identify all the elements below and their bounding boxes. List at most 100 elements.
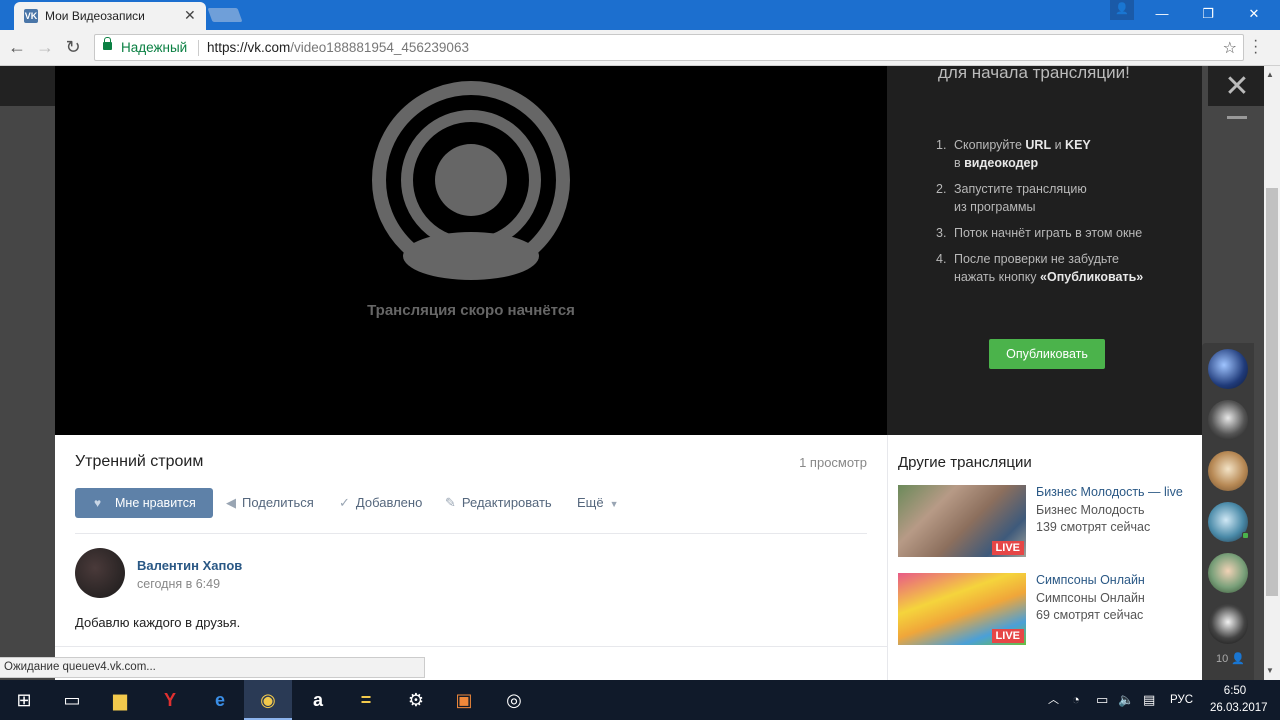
- vk-header-strip: [0, 66, 55, 106]
- stream-setup-title: для начала трансляции!: [938, 63, 1130, 82]
- browser-toolbar: ← → ↻ Надежный https://vk.com/video18888…: [0, 30, 1280, 66]
- added-button[interactable]: ✓ Добавлено: [339, 495, 422, 511]
- system-clock[interactable]: 6:50 26.03.2017: [1210, 683, 1268, 717]
- url-text[interactable]: https://vk.com/video188881954_456239063: [207, 40, 469, 55]
- tray-expand-icon[interactable]: ︿: [1048, 680, 1059, 720]
- stream-thumbnail[interactable]: LIVE: [898, 573, 1026, 645]
- heart-icon: ♥: [94, 496, 102, 510]
- stream-thumbnail[interactable]: LIVE: [898, 485, 1026, 557]
- reload-icon[interactable]: ↻: [62, 36, 84, 58]
- divider: [55, 646, 887, 647]
- window-close-button[interactable]: ✕: [1232, 0, 1276, 30]
- edge-icon[interactable]: e: [196, 680, 244, 720]
- video-title: Утренний строим: [75, 453, 204, 470]
- pencil-icon: ✎: [445, 495, 456, 510]
- amazon-icon[interactable]: a: [294, 680, 342, 720]
- scroll-down-arrow-icon[interactable]: ▼: [1266, 666, 1274, 675]
- new-tab-button[interactable]: [207, 8, 243, 22]
- friend-avatar[interactable]: [1208, 451, 1248, 491]
- friends-count[interactable]: 10 👤: [1216, 652, 1245, 665]
- stream-watching: 69 смотрят сейчас: [1036, 608, 1144, 622]
- friend-avatar[interactable]: [1208, 604, 1248, 644]
- yandex-browser-icon[interactable]: Y: [146, 680, 194, 720]
- setup-step-3: 3. Поток начнёт играть в этом окне: [936, 226, 1143, 240]
- edit-button[interactable]: ✎ Редактировать: [445, 495, 552, 511]
- task-view-icon[interactable]: ▭: [48, 680, 96, 720]
- friend-avatar[interactable]: [1208, 400, 1248, 440]
- view-count: 1 просмотр: [799, 455, 867, 470]
- back-arrow-icon[interactable]: ←: [6, 36, 28, 58]
- settings-gear-icon[interactable]: ⚙: [392, 680, 440, 720]
- setup-step-1: 1. Скопируйте URL и KEY в видеокодер: [936, 138, 1091, 170]
- bookmark-star-icon[interactable]: ☆: [1223, 38, 1237, 58]
- volume-icon[interactable]: 🔈: [1118, 680, 1134, 720]
- minimize-video-icon[interactable]: [1227, 116, 1247, 119]
- friends-online-column: 10 👤: [1202, 343, 1254, 680]
- comment-text: Добавлю каждого в друзья.: [75, 615, 241, 630]
- stream-title[interactable]: Бизнес Молодость — live: [1036, 485, 1183, 499]
- author-avatar[interactable]: [75, 548, 125, 598]
- language-indicator[interactable]: РУС: [1170, 680, 1193, 720]
- stream-setup-steps: 1. Скопируйте URL и KEY в видеокодер 2. …: [936, 136, 1186, 294]
- other-streams-title: Другие трансляции: [898, 454, 1032, 471]
- stream-author[interactable]: Симпсоны Онлайн: [1036, 591, 1145, 605]
- comment-author[interactable]: Валентин Хапов: [137, 558, 242, 573]
- divider: [75, 533, 867, 534]
- stream-watching: 139 смотрят сейчас: [1036, 520, 1151, 534]
- stream-item[interactable]: LIVE Симпсоны Онлайн Симпсоны Онлайн 69 …: [898, 573, 1198, 645]
- scroll-up-arrow-icon[interactable]: ▲: [1266, 70, 1274, 79]
- friend-avatar[interactable]: [1208, 502, 1249, 542]
- checkmark-icon: ✓: [339, 495, 350, 510]
- stream-title[interactable]: Симпсоны Онлайн: [1036, 573, 1145, 587]
- forward-arrow-icon[interactable]: →: [34, 36, 56, 58]
- video-info-panel: Утренний строим 1 просмотр ♥ Мне нравитс…: [55, 435, 887, 680]
- stream-status-text: Трансляция скоро начнётся: [367, 302, 575, 319]
- notification-icon[interactable]: ▤: [1143, 680, 1155, 720]
- more-button[interactable]: Ещё ▼: [577, 495, 625, 510]
- chevron-down-icon: ▼: [609, 499, 619, 509]
- browser-tab[interactable]: VK Мои Видеозаписи ✕: [14, 2, 206, 30]
- address-bar[interactable]: Надежный https://vk.com/video188881954_4…: [94, 34, 1244, 61]
- comment-date[interactable]: сегодня в 6:49: [137, 577, 220, 591]
- close-video-icon[interactable]: ✕: [1220, 70, 1254, 104]
- live-badge: LIVE: [991, 541, 1024, 555]
- restore-button[interactable]: ❐: [1186, 0, 1230, 30]
- url-separator: [198, 40, 199, 56]
- video-player[interactable]: Трансляция скоро начнётся: [55, 66, 887, 435]
- share-button[interactable]: ◀ Поделиться: [226, 495, 314, 511]
- windows-taskbar: ⊞ ▭ ▆ Y e ◉ a = ⚙ ▣ ◎ ︿ ◔ ▭ 🔈 ▤ РУС 6:50…: [0, 680, 1280, 720]
- profile-icon[interactable]: 👤: [1110, 0, 1134, 20]
- capture-app-icon[interactable]: ▣: [440, 680, 488, 720]
- obs-icon[interactable]: ◎: [490, 680, 538, 720]
- file-explorer-icon[interactable]: ▆: [96, 680, 144, 720]
- like-button[interactable]: ♥ Мне нравится: [75, 488, 213, 518]
- friend-avatar[interactable]: [1208, 349, 1248, 389]
- live-stream-placeholder-icon: [372, 81, 570, 280]
- like-label: Мне нравится: [115, 496, 196, 510]
- person-icon: 👤: [1231, 653, 1246, 665]
- chrome-icon[interactable]: ◉: [244, 680, 292, 720]
- friend-avatar[interactable]: [1208, 553, 1248, 593]
- windows-start-icon[interactable]: ⊞: [0, 680, 48, 720]
- tab-close-icon[interactable]: ✕: [184, 7, 196, 24]
- tray-app-icon[interactable]: ◔: [1072, 680, 1080, 720]
- minimize-button[interactable]: —: [1140, 0, 1184, 30]
- browser-status-bar: Ожидание queuev4.vk.com...: [0, 657, 425, 678]
- setup-step-4: 4. После проверки не забудьте нажать кно…: [936, 252, 1144, 284]
- network-icon[interactable]: ▭: [1096, 680, 1108, 720]
- tab-title: Мои Видеозаписи: [45, 9, 145, 23]
- live-badge: LIVE: [991, 629, 1024, 643]
- other-streams-panel: Другие трансляции LIVE Бизнес Молодость …: [887, 435, 1202, 680]
- publish-button[interactable]: Опубликовать: [989, 339, 1105, 369]
- online-indicator-icon: [1242, 532, 1249, 539]
- secure-label: Надежный: [121, 40, 188, 55]
- vk-favicon-icon: VK: [24, 9, 38, 23]
- scrollbar-thumb[interactable]: [1266, 188, 1278, 596]
- app-icon[interactable]: =: [342, 680, 390, 720]
- lock-icon: [103, 37, 112, 50]
- stream-item[interactable]: LIVE Бизнес Молодость — live Бизнес Моло…: [898, 485, 1198, 557]
- stream-author[interactable]: Бизнес Молодость: [1036, 503, 1145, 517]
- megaphone-icon: ◀: [226, 495, 236, 510]
- browser-menu-icon[interactable]: · · ·: [1253, 33, 1258, 61]
- browser-titlebar: VK Мои Видеозаписи ✕ 👤 — ❐ ✕: [0, 0, 1280, 30]
